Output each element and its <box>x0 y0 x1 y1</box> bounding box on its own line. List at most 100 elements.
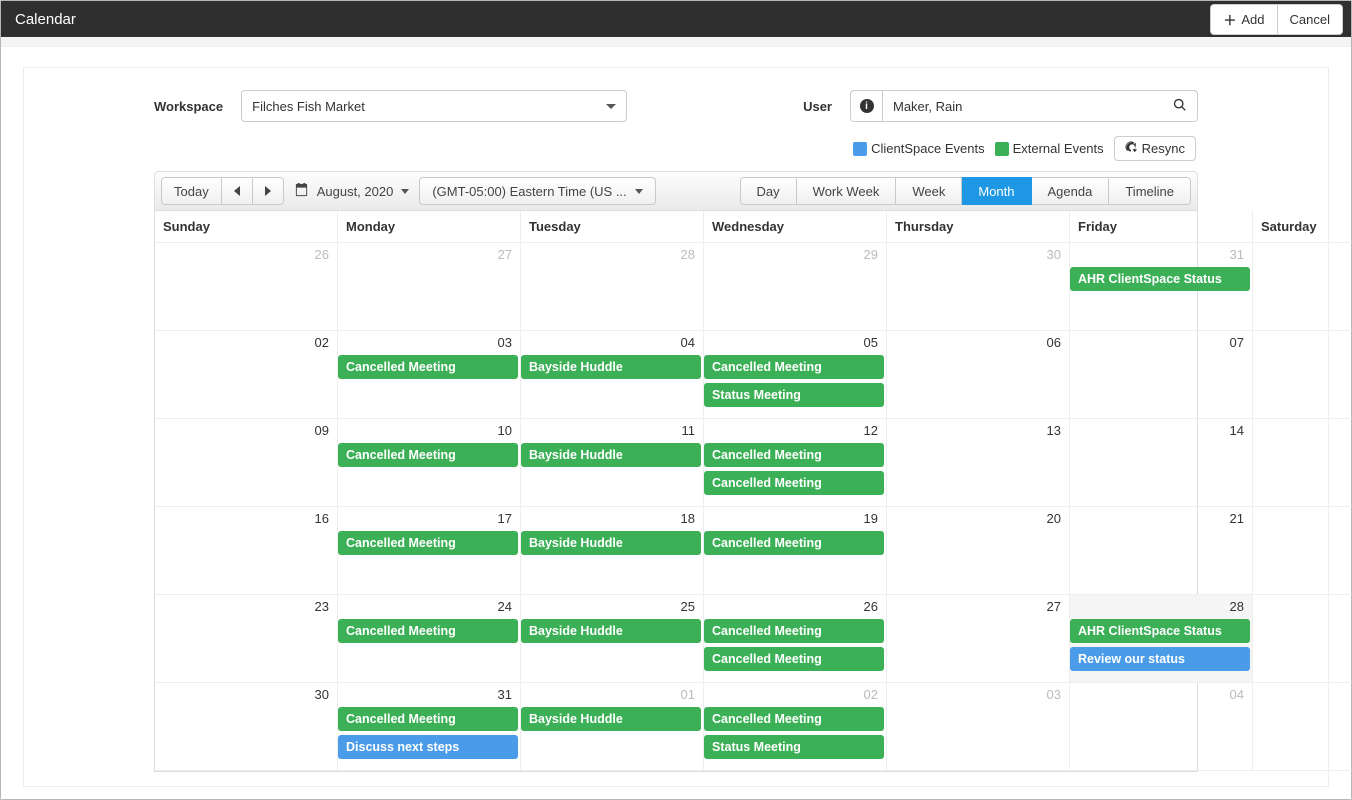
user-filter: User i Maker, Rain <box>803 90 1198 122</box>
cell-date: 30 <box>315 687 329 702</box>
calendar-cell[interactable]: 04 <box>1070 683 1253 771</box>
calendar-event[interactable]: Bayside Huddle <box>521 531 701 555</box>
workspace-select[interactable]: Filches Fish Market <box>241 90 627 122</box>
calendar-cell[interactable]: 04Bayside Huddle <box>521 331 704 419</box>
calendar-event[interactable]: Cancelled Meeting <box>338 619 518 643</box>
calendar-cell[interactable]: 11Bayside Huddle <box>521 419 704 507</box>
calendar-event[interactable]: Review our status <box>1070 647 1250 671</box>
chevron-down-icon <box>635 189 643 194</box>
calendar-event[interactable]: Bayside Huddle <box>521 707 701 731</box>
calendar-event[interactable]: Cancelled Meeting <box>338 707 518 731</box>
calendar-cell[interactable]: 27 <box>338 243 521 331</box>
calendar-cell[interactable]: 28AHR ClientSpace StatusReview our statu… <box>1070 595 1253 683</box>
calendar-cell[interactable]: 27 <box>887 595 1070 683</box>
user-input[interactable]: Maker, Rain <box>882 90 1198 122</box>
calendar-cell[interactable]: 01Bayside Huddle <box>521 683 704 771</box>
calendar-cell[interactable]: 06 <box>887 331 1070 419</box>
calendar-event[interactable]: Cancelled Meeting <box>704 471 884 495</box>
calendar-event[interactable]: Discuss next steps <box>338 735 518 759</box>
view-month[interactable]: Month <box>962 177 1031 205</box>
next-button[interactable] <box>253 177 284 205</box>
add-button[interactable]: ＋ Add <box>1210 4 1277 35</box>
calendar-event[interactable]: Cancelled Meeting <box>704 619 884 643</box>
day-header-cell: Tuesday <box>521 211 704 243</box>
cell-date: 17 <box>498 511 512 526</box>
calendar-cell[interactable]: 26Cancelled MeetingCancelled Meeting <box>704 595 887 683</box>
calendar-cell[interactable]: 02Cancelled MeetingStatus Meeting <box>704 683 887 771</box>
cell-date: 18 <box>681 511 695 526</box>
calendar-cell[interactable]: 26 <box>155 243 338 331</box>
calendar-cell[interactable]: 14 <box>1070 419 1253 507</box>
calendar-event[interactable]: Cancelled Meeting <box>704 531 884 555</box>
calendar-cell[interactable]: 13 <box>887 419 1070 507</box>
calendar-cell[interactable]: 16 <box>155 507 338 595</box>
view-work-week[interactable]: Work Week <box>797 177 897 205</box>
calendar-event[interactable]: Cancelled Meeting <box>704 647 884 671</box>
calendar-event[interactable]: AHR ClientSpace Status <box>1070 267 1250 291</box>
calendar-event[interactable]: Cancelled Meeting <box>338 531 518 555</box>
calendar-cell[interactable]: 20 <box>887 507 1070 595</box>
calendar-cell[interactable]: 09 <box>155 419 338 507</box>
filter-panel: Workspace Filches Fish Market User i M <box>23 67 1329 787</box>
calendar-cell[interactable]: 10Cancelled Meeting <box>338 419 521 507</box>
cell-events: Cancelled Meeting <box>342 443 516 467</box>
calendar-event[interactable]: Status Meeting <box>704 383 884 407</box>
calendar-cell[interactable]: 29 <box>1253 595 1352 683</box>
calendar-cell[interactable]: 28 <box>521 243 704 331</box>
calendar-cell[interactable]: 30 <box>155 683 338 771</box>
user-info-button[interactable]: i <box>850 90 882 122</box>
calendar-cell[interactable]: 25Bayside Huddle <box>521 595 704 683</box>
calendar-event[interactable]: Bayside Huddle <box>521 355 701 379</box>
cell-date: 23 <box>315 599 329 614</box>
calendar-event[interactable]: Cancelled Meeting <box>338 443 518 467</box>
calendar-cell[interactable]: 02 <box>155 331 338 419</box>
calendar-cell[interactable]: 05Cancelled MeetingStatus Meeting <box>704 331 887 419</box>
calendar-cell[interactable]: 19Cancelled Meeting <box>704 507 887 595</box>
calendar-cell[interactable]: 03Cancelled Meeting <box>338 331 521 419</box>
calendar-event[interactable]: AHR ClientSpace Status <box>1070 619 1250 643</box>
calendar-cell[interactable]: 05 <box>1253 683 1352 771</box>
calendar-cell[interactable]: 24Cancelled Meeting <box>338 595 521 683</box>
calendar-cell[interactable]: 22 <box>1253 507 1352 595</box>
resync-label: Resync <box>1142 141 1185 156</box>
timezone-select[interactable]: (GMT-05:00) Eastern Time (US ... <box>419 177 655 205</box>
calendar-cell[interactable]: 12Cancelled MeetingCancelled Meeting <box>704 419 887 507</box>
calendar-event[interactable]: Bayside Huddle <box>521 443 701 467</box>
legend-ext-label: External Events <box>1013 141 1104 156</box>
calendar-cell[interactable]: 17 Cancelled Meeting <box>338 507 521 595</box>
resync-button[interactable]: Resync <box>1114 136 1196 161</box>
calendar-cell[interactable]: 29 <box>704 243 887 331</box>
calendar-event[interactable]: Cancelled Meeting <box>338 355 518 379</box>
calendar-cell[interactable]: 08 <box>1253 331 1352 419</box>
cancel-button[interactable]: Cancel <box>1278 4 1343 35</box>
calendar-event[interactable]: Bayside Huddle <box>521 619 701 643</box>
calendar-event[interactable]: Cancelled Meeting <box>704 707 884 731</box>
calendar-cell[interactable]: 30 <box>887 243 1070 331</box>
day-header-cell: Monday <box>338 211 521 243</box>
calendar-cell[interactable]: 01 <box>1253 243 1352 331</box>
view-day[interactable]: Day <box>740 177 797 205</box>
calendar-cell[interactable]: 18 Bayside Huddle <box>521 507 704 595</box>
calendar-cell[interactable]: 31Cancelled MeetingDiscuss next steps <box>338 683 521 771</box>
calendar-cell[interactable]: 15 <box>1253 419 1352 507</box>
calendar-cell[interactable]: 31 AHR ClientSpace Status <box>1070 243 1253 331</box>
calendar-event[interactable]: Cancelled Meeting <box>704 443 884 467</box>
calendar-week: 0910Cancelled Meeting11Bayside Huddle12C… <box>155 419 1197 507</box>
calendar-event[interactable]: Cancelled Meeting <box>704 355 884 379</box>
date-picker[interactable]: August, 2020 <box>294 182 410 200</box>
calendar-event[interactable]: Status Meeting <box>704 735 884 759</box>
view-week[interactable]: Week <box>896 177 962 205</box>
prev-button[interactable] <box>222 177 253 205</box>
calendar-cell[interactable]: 03 <box>887 683 1070 771</box>
day-header-cell: Friday <box>1070 211 1253 243</box>
view-agenda[interactable]: Agenda <box>1032 177 1110 205</box>
today-button[interactable]: Today <box>161 177 222 205</box>
calendar-cell[interactable]: 07 <box>1070 331 1253 419</box>
cell-events: Cancelled MeetingCancelled Meeting <box>708 619 882 671</box>
cell-date: 31 <box>1230 247 1244 262</box>
view-timeline[interactable]: Timeline <box>1109 177 1191 205</box>
calendar-cell[interactable]: 21 <box>1070 507 1253 595</box>
calendar-cell[interactable]: 23 <box>155 595 338 683</box>
legend-cs-label: ClientSpace Events <box>871 141 984 156</box>
cell-events: Bayside Huddle <box>525 531 699 555</box>
